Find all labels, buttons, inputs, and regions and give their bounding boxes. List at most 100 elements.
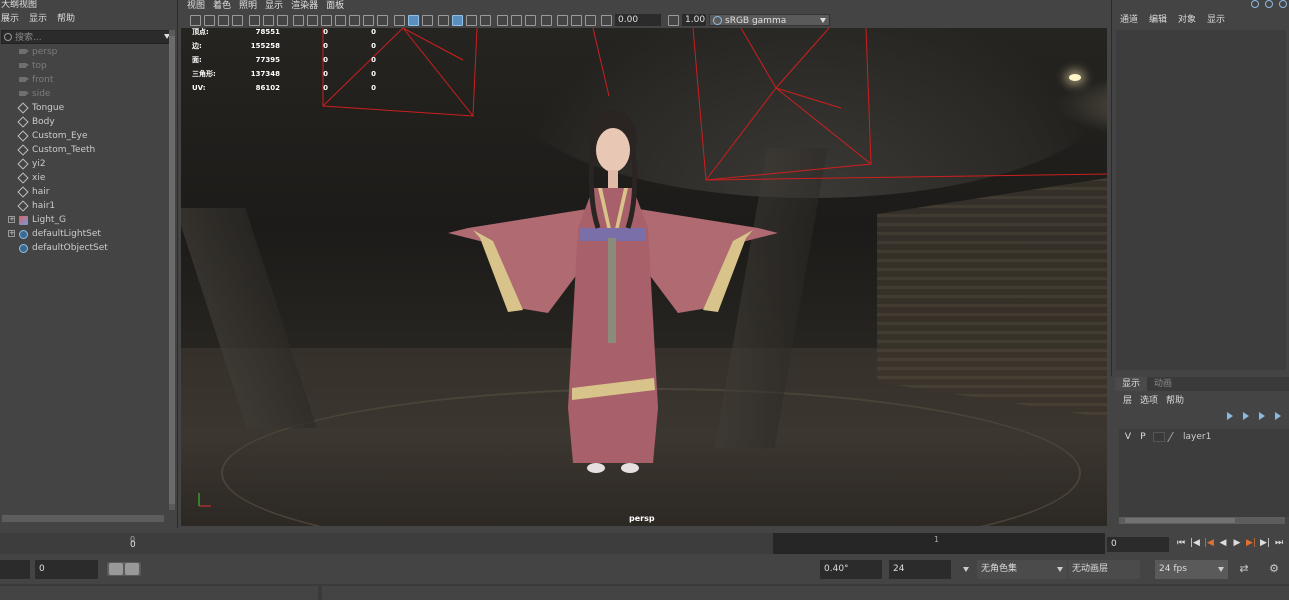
layer-row[interactable]: V P layer1 bbox=[1123, 431, 1211, 443]
outliner-item[interactable]: side bbox=[0, 87, 168, 101]
gamma-field[interactable]: 1.00 bbox=[682, 14, 706, 26]
outliner-item[interactable]: defaultObjectSet bbox=[0, 241, 168, 255]
outliner-item[interactable]: Tongue bbox=[0, 101, 168, 115]
exposure-icon[interactable] bbox=[601, 15, 612, 26]
outliner-item[interactable]: front bbox=[0, 73, 168, 87]
user-icon[interactable] bbox=[1265, 0, 1273, 8]
xray-components-icon[interactable] bbox=[585, 15, 596, 26]
command-input[interactable] bbox=[0, 586, 318, 600]
menu-view[interactable]: 视图 bbox=[187, 0, 205, 13]
move-layer-down-icon[interactable] bbox=[1243, 412, 1253, 420]
layer-playback-toggle[interactable]: P bbox=[1138, 432, 1148, 442]
outliner-item[interactable]: top bbox=[0, 59, 168, 73]
play-forwards-icon[interactable]: ▶ bbox=[1232, 538, 1242, 549]
outliner-menu-help[interactable]: 帮助 bbox=[57, 12, 75, 26]
outliner-item[interactable]: hair bbox=[0, 185, 168, 199]
outliner-horizontal-scrollbar[interactable] bbox=[2, 515, 164, 522]
channel-menu-show[interactable]: 显示 bbox=[1207, 13, 1225, 27]
expand-icon[interactable]: + bbox=[8, 230, 15, 237]
layer-menu-layers[interactable]: 层 bbox=[1123, 394, 1132, 408]
range-slider-handle[interactable] bbox=[107, 562, 141, 576]
playback-end-field[interactable]: 24 bbox=[889, 560, 951, 579]
outliner-item[interactable]: hair1 bbox=[0, 199, 168, 213]
move-layer-up-icon[interactable] bbox=[1227, 412, 1237, 420]
menu-lighting[interactable]: 照明 bbox=[239, 0, 257, 13]
bookmark-icon[interactable] bbox=[218, 15, 229, 26]
wireframe-icon[interactable] bbox=[394, 15, 405, 26]
outliner-item[interactable]: xie bbox=[0, 171, 168, 185]
play-backwards-icon[interactable]: ◀ bbox=[1218, 538, 1228, 549]
character-set-dropdown[interactable]: 无角色集 bbox=[977, 560, 1067, 579]
outliner-item[interactable]: + Light_G bbox=[0, 213, 168, 227]
step-forward-key-icon[interactable]: ▶| bbox=[1246, 538, 1256, 549]
outliner-item[interactable]: yi2 bbox=[0, 157, 168, 171]
2d-pan-icon[interactable] bbox=[249, 15, 260, 26]
move-tool-icon[interactable] bbox=[277, 15, 288, 26]
settings-icon[interactable] bbox=[1279, 0, 1287, 8]
textured-icon[interactable] bbox=[452, 15, 463, 26]
go-to-end-icon[interactable]: ⏭ bbox=[1274, 538, 1284, 549]
playback-start-field[interactable]: 0 bbox=[35, 560, 98, 579]
new-empty-layer-icon[interactable] bbox=[1259, 412, 1269, 420]
step-back-key-icon[interactable]: |◀ bbox=[1204, 538, 1214, 549]
select-camera-icon[interactable] bbox=[190, 15, 201, 26]
resolution-gate-icon[interactable] bbox=[321, 15, 332, 26]
ambient-occlusion-icon[interactable] bbox=[497, 15, 508, 26]
animation-preferences-icon[interactable]: ⚙ bbox=[1268, 563, 1280, 575]
xray-icon[interactable] bbox=[438, 15, 449, 26]
expand-icon[interactable]: + bbox=[8, 216, 15, 223]
outliner-item[interactable]: Body bbox=[0, 115, 168, 129]
grease-pencil-icon[interactable] bbox=[263, 15, 274, 26]
field-chart-icon[interactable] bbox=[349, 15, 360, 26]
menu-show[interactable]: 显示 bbox=[265, 0, 283, 13]
multisample-icon[interactable] bbox=[525, 15, 536, 26]
menu-renderer[interactable]: 渲染器 bbox=[291, 0, 318, 13]
transform-icon[interactable] bbox=[1251, 0, 1259, 8]
tab-display[interactable]: 显示 bbox=[1115, 377, 1148, 391]
animation-start-field[interactable] bbox=[0, 560, 30, 579]
range-options-dropdown[interactable] bbox=[958, 560, 973, 579]
scrollbar-thumb[interactable] bbox=[1125, 518, 1235, 523]
shadows-icon[interactable] bbox=[480, 15, 491, 26]
gate-mask-icon[interactable] bbox=[335, 15, 346, 26]
layer-color-swatch[interactable] bbox=[1153, 432, 1165, 442]
current-frame-field[interactable]: 0 bbox=[1107, 537, 1169, 552]
layer-name[interactable]: layer1 bbox=[1183, 432, 1211, 442]
time-slider-track[interactable]: 0 1 bbox=[0, 533, 1105, 554]
new-layer-from-selection-icon[interactable] bbox=[1275, 412, 1285, 420]
go-to-start-icon[interactable]: ⏮ bbox=[1176, 538, 1186, 549]
menu-panels[interactable]: 面板 bbox=[326, 0, 344, 13]
outliner-item[interactable]: Custom_Teeth bbox=[0, 143, 168, 157]
safe-title-icon[interactable] bbox=[377, 15, 388, 26]
rotation-field[interactable]: 0.40° bbox=[820, 560, 882, 579]
perspective-viewport[interactable]: 顶点: 78551 0 0 边: 155258 0 0 面: 77395 0 0 三角形: 137348 0… bbox=[181, 28, 1107, 526]
lock-camera-icon[interactable] bbox=[204, 15, 215, 26]
motion-blur-icon[interactable] bbox=[511, 15, 522, 26]
exposure-field[interactable]: 0.00 bbox=[615, 14, 661, 26]
step-back-frame-icon[interactable]: |◀ bbox=[1190, 538, 1200, 549]
outliner-item[interactable]: Custom_Eye bbox=[0, 129, 168, 143]
outliner-menu-show[interactable]: 展示 bbox=[1, 12, 19, 26]
outliner-item[interactable]: persp bbox=[0, 45, 168, 59]
anim-layer-dropdown[interactable]: 无动画层 bbox=[1068, 560, 1140, 579]
step-forward-frame-icon[interactable]: ▶| bbox=[1260, 538, 1270, 549]
fps-dropdown[interactable]: 24 fps bbox=[1155, 560, 1228, 579]
gamma-icon[interactable] bbox=[668, 15, 679, 26]
menu-shading[interactable]: 着色 bbox=[213, 0, 231, 13]
outliner-vertical-scrollbar[interactable] bbox=[169, 30, 175, 510]
depth-of-field-icon[interactable] bbox=[541, 15, 552, 26]
current-frame-marker[interactable]: 0 bbox=[130, 540, 136, 550]
loop-icon[interactable]: ⇄ bbox=[1238, 563, 1250, 575]
layer-visibility-toggle[interactable]: V bbox=[1123, 432, 1133, 442]
smooth-shade-icon[interactable] bbox=[408, 15, 419, 26]
use-lights-icon[interactable] bbox=[466, 15, 477, 26]
outliner-menu-display[interactable]: 显示 bbox=[29, 12, 47, 26]
scrollbar-thumb[interactable] bbox=[169, 36, 175, 504]
grid-icon[interactable] bbox=[293, 15, 304, 26]
layer-horizontal-scrollbar[interactable] bbox=[1119, 517, 1285, 524]
outliner-item[interactable]: + defaultLightSet bbox=[0, 227, 168, 241]
layer-menu-options[interactable]: 选项 bbox=[1140, 394, 1158, 408]
isolate-select-icon[interactable] bbox=[557, 15, 568, 26]
outliner-search-input[interactable]: 搜索... bbox=[1, 30, 173, 44]
tab-animation[interactable]: 动画 bbox=[1147, 377, 1179, 391]
